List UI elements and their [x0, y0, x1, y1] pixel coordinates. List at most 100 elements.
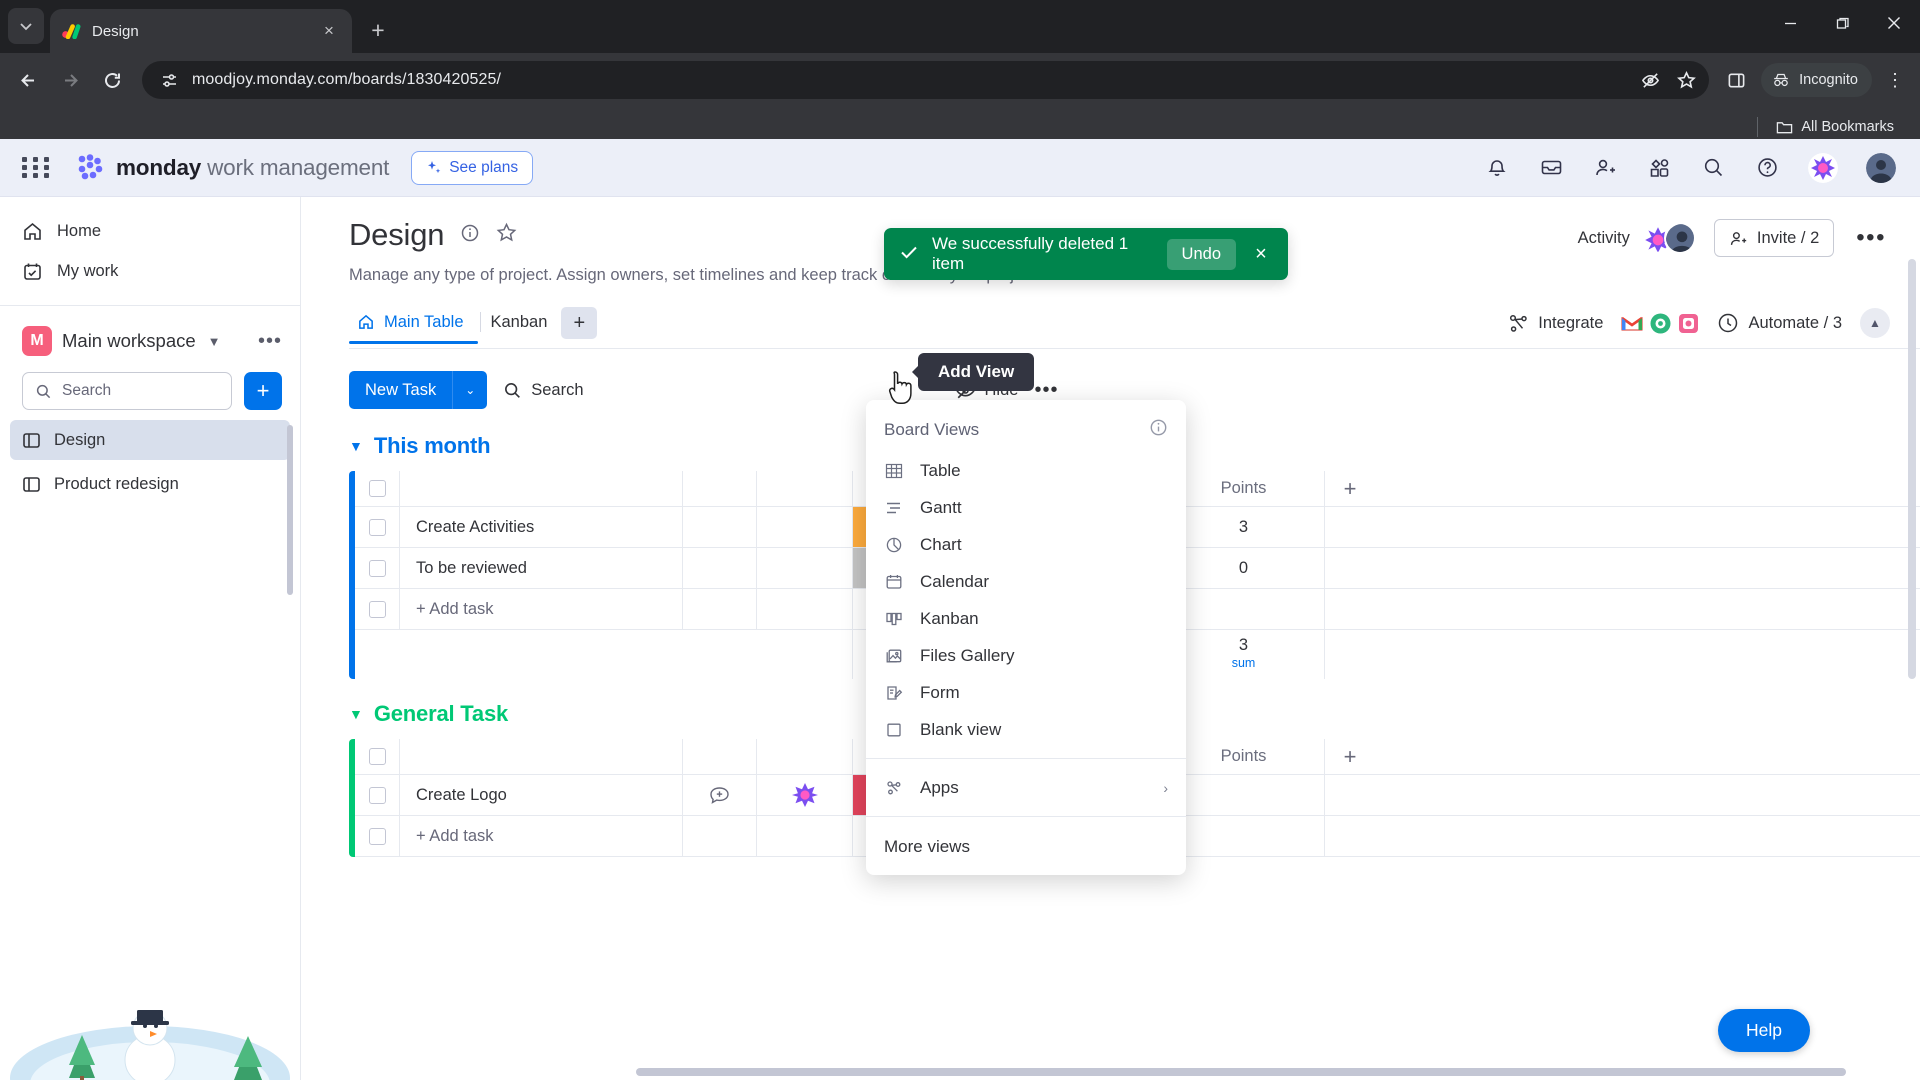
integrate-button[interactable]: Integrate [1508, 313, 1603, 334]
help-button[interactable]: Help [1718, 1009, 1810, 1052]
favorite-star-icon[interactable] [496, 222, 517, 248]
board-search-button[interactable]: Search [503, 381, 584, 400]
points-cell[interactable] [1163, 775, 1325, 815]
group-title[interactable]: This month [374, 433, 491, 459]
search-input[interactable]: Search [22, 372, 232, 410]
browser-tab[interactable]: Design × [50, 9, 352, 53]
slack-icon[interactable] [1649, 312, 1671, 334]
all-bookmarks-button[interactable]: All Bookmarks [1768, 115, 1902, 139]
board-more-icon[interactable]: ••• [1852, 224, 1890, 252]
horizontal-scrollbar[interactable] [636, 1068, 1846, 1076]
avatar-colored[interactable] [1808, 152, 1838, 183]
row-checkbox[interactable] [355, 548, 400, 588]
help-icon[interactable] [1754, 155, 1780, 181]
undo-button[interactable]: Undo [1166, 238, 1236, 270]
add-view-button[interactable]: + [561, 307, 598, 339]
task-name[interactable]: To be reviewed [400, 548, 683, 588]
chevron-down-icon[interactable]: ▼ [349, 438, 363, 454]
integration-app-icon[interactable] [1677, 312, 1699, 334]
toolbar-more-icon[interactable]: ••• [1034, 379, 1058, 402]
side-panel-icon[interactable] [1719, 63, 1753, 97]
close-icon[interactable]: × [318, 20, 340, 42]
avatar[interactable] [1663, 222, 1696, 254]
close-window-icon[interactable] [1868, 0, 1920, 46]
updates-icon[interactable] [683, 775, 757, 815]
apps-icon[interactable] [1646, 155, 1672, 181]
menu-item-form[interactable]: Form [866, 674, 1186, 711]
avatar[interactable] [1866, 152, 1896, 183]
search-icon[interactable] [1700, 155, 1726, 181]
menu-item-apps[interactable]: Apps › [866, 769, 1186, 806]
workspace-more-icon[interactable]: ••• [258, 330, 282, 353]
select-all-checkbox[interactable] [355, 739, 400, 774]
activity-label[interactable]: Activity [1578, 229, 1630, 248]
add-board-button[interactable]: + [244, 372, 282, 410]
add-task-label[interactable]: + Add task [400, 816, 683, 856]
site-settings-icon[interactable] [156, 67, 182, 93]
see-plans-button[interactable]: See plans [411, 150, 534, 185]
automate-button[interactable]: Automate / 3 [1717, 312, 1842, 334]
gmail-icon[interactable] [1621, 312, 1644, 334]
hide-password-icon[interactable] [1633, 63, 1667, 97]
select-all-checkbox[interactable] [355, 471, 400, 506]
tab-kanban[interactable]: Kanban [483, 313, 562, 343]
task-name[interactable]: Create Activities [400, 507, 683, 547]
menu-item-gantt[interactable]: Gantt [866, 489, 1186, 526]
person-cell[interactable] [757, 507, 853, 547]
new-tab-button[interactable]: + [360, 12, 396, 48]
column-header-points[interactable]: Points [1163, 471, 1325, 506]
inbox-icon[interactable] [1538, 155, 1564, 181]
new-task-button[interactable]: New Task ⌄ [349, 371, 488, 409]
column-header-points[interactable]: Points [1163, 739, 1325, 774]
person-cell[interactable] [757, 775, 853, 815]
row-checkbox[interactable] [355, 589, 400, 629]
invite-member-icon[interactable] [1592, 155, 1618, 181]
bell-icon[interactable] [1484, 155, 1510, 181]
info-icon[interactable] [460, 223, 480, 248]
sidebar-item-home[interactable]: Home [0, 211, 300, 251]
close-icon[interactable]: × [1248, 243, 1274, 266]
forward-icon[interactable] [50, 60, 90, 100]
menu-item-kanban[interactable]: Kanban [866, 600, 1186, 637]
browser-menu-icon[interactable]: ⋮ [1878, 60, 1912, 100]
chevron-down-icon[interactable]: ▼ [349, 706, 363, 722]
row-checkbox[interactable] [355, 507, 400, 547]
chevron-right-icon[interactable]: › [1163, 780, 1168, 796]
maximize-icon[interactable] [1816, 0, 1868, 46]
bookmark-star-icon[interactable] [1669, 63, 1703, 97]
row-checkbox[interactable] [355, 775, 400, 815]
app-switcher-icon[interactable] [22, 157, 52, 178]
menu-item-files-gallery[interactable]: Files Gallery [866, 637, 1186, 674]
tab-main-table[interactable]: Main Table [349, 313, 478, 344]
row-checkbox[interactable] [355, 816, 400, 856]
minimize-icon[interactable] [1764, 0, 1816, 46]
chevron-down-icon[interactable]: ▼ [208, 334, 221, 349]
vertical-scrollbar[interactable] [1908, 259, 1916, 679]
points-cell[interactable]: 0 [1163, 548, 1325, 588]
back-icon[interactable] [8, 60, 48, 100]
menu-item-calendar[interactable]: Calendar [866, 563, 1186, 600]
sidebar-item-my-work[interactable]: My work [0, 251, 300, 291]
points-cell[interactable]: 3 [1163, 507, 1325, 547]
tab-search-button[interactable] [8, 8, 44, 44]
person-cell[interactable] [757, 548, 853, 588]
add-column-button[interactable]: + [1325, 739, 1375, 774]
sidebar-board-design[interactable]: Design [10, 420, 290, 460]
menu-item-more-views[interactable]: More views [866, 827, 1186, 875]
group-title[interactable]: General Task [374, 701, 508, 727]
address-bar[interactable]: moodjoy.monday.com/boards/1830420525/ [142, 61, 1710, 99]
invite-button[interactable]: Invite / 2 [1713, 219, 1835, 257]
sidebar-board-product-redesign[interactable]: Product redesign [10, 464, 290, 504]
menu-item-table[interactable]: Table [866, 452, 1186, 489]
avatar-group[interactable] [1639, 222, 1696, 254]
info-icon[interactable] [1149, 418, 1168, 442]
collapse-header-icon[interactable]: ▲ [1860, 308, 1890, 338]
updates-icon[interactable] [683, 507, 757, 547]
workspace-selector[interactable]: M Main workspace ▼ ••• [0, 306, 300, 362]
add-column-button[interactable]: + [1325, 471, 1375, 506]
sidebar-scrollbar[interactable] [287, 425, 293, 595]
chevron-down-icon[interactable]: ⌄ [453, 383, 487, 397]
updates-icon[interactable] [683, 548, 757, 588]
add-task-label[interactable]: + Add task [400, 589, 683, 629]
incognito-indicator[interactable]: Incognito [1761, 63, 1872, 97]
